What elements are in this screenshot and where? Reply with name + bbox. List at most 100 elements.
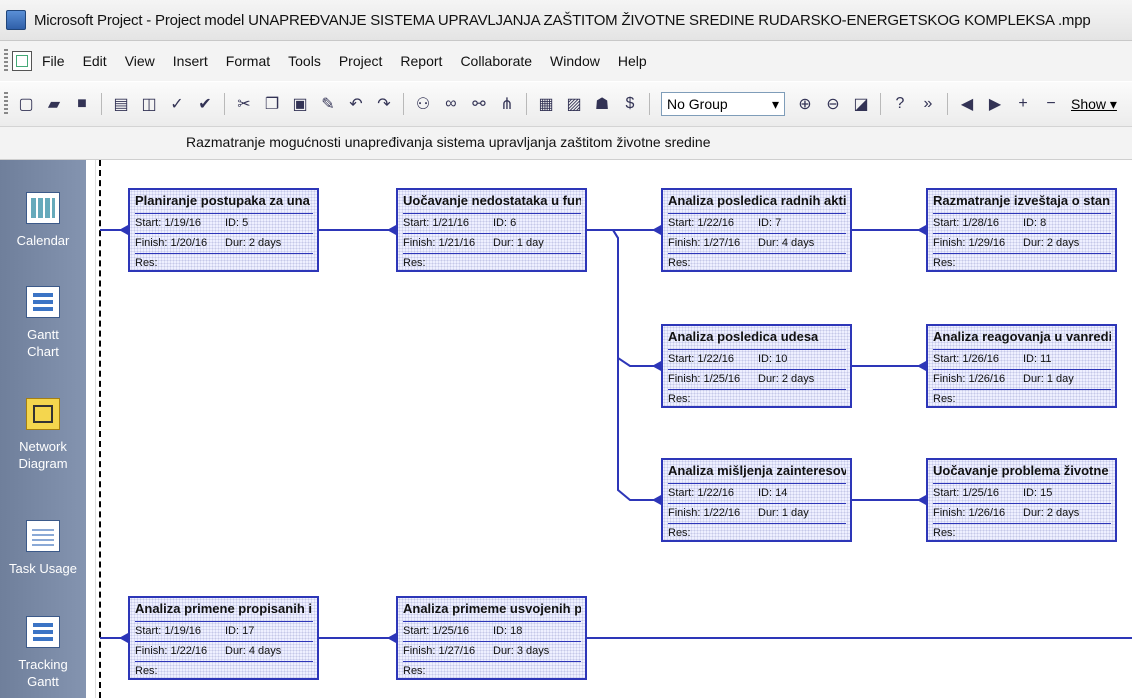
redo-icon[interactable]: ↷ [373,93,395,115]
view-calendar[interactable]: Calendar [0,192,86,249]
new-icon[interactable]: ▢ [15,93,37,115]
view-gantt-chart[interactable]: Gantt Chart [0,286,86,360]
menu-collaborate[interactable]: Collaborate [460,53,532,69]
view-tracking-label: Tracking Gantt [18,657,68,689]
task-node-5[interactable]: Planiranje postupaka za una Start: 1/19/… [128,188,319,272]
insert-hyperlink-icon[interactable]: ⚇ [412,93,434,115]
node-finish-row: Finish: 1/27/16 Dur: 3 days [403,643,581,662]
menu-report[interactable]: Report [400,53,442,69]
task-node-11[interactable]: Analiza reagovanja u vanredi Start: 1/26… [926,324,1117,408]
menu-edit[interactable]: Edit [83,53,107,69]
task-name: Analiza posledica udesa [668,329,846,350]
task-duration: Dur: 2 days [758,373,815,385]
view-task-usage[interactable]: Task Usage [0,520,86,577]
menu-file[interactable]: File [42,53,65,69]
task-node-18[interactable]: Analiza primeme usvojenih p Start: 1/25/… [396,596,587,680]
task-resources: Res: [135,257,158,269]
node-finish-row: Finish: 1/29/16 Dur: 2 days [933,235,1111,254]
publish-icon[interactable]: $ [619,93,641,115]
task-notes-icon[interactable]: ▨ [563,93,585,115]
menu-project[interactable]: Project [339,53,383,69]
node-resource-row: Res: [933,255,1111,273]
task-id: ID: 15 [1023,487,1053,499]
task-node-7[interactable]: Analiza posledica radnih akti Start: 1/2… [661,188,852,272]
menu-tools[interactable]: Tools [288,53,321,69]
task-name: Analiza mišljenja zainteresov [668,463,846,484]
node-dates-row: Start: 1/26/16 ID: 11 [933,351,1111,370]
spelling-icon[interactable]: ✓ [166,93,188,115]
show-subtasks-icon[interactable]: + [1012,93,1034,115]
copy-icon[interactable]: ❐ [261,93,283,115]
link-tasks-icon[interactable]: ∞ [440,93,462,115]
open-icon[interactable]: ▰ [43,93,65,115]
unlink-tasks-icon[interactable]: ⚯ [468,93,490,115]
hide-subtasks-icon[interactable]: − [1040,93,1062,115]
menu-bar: File Edit View Insert Format Tools Proje… [0,41,1132,81]
toolbar-separator [880,93,881,115]
task-resources: Res: [668,527,691,539]
task-node-14[interactable]: Analiza mišljenja zainteresov Start: 1/2… [661,458,852,542]
view-network-diagram[interactable]: Network Diagram [0,398,86,472]
help-icon[interactable]: ? [889,93,911,115]
menu-window[interactable]: Window [550,53,600,69]
task-resources: Res: [668,393,691,405]
task-start: Start: 1/26/16 [933,353,1000,365]
show-outline-button[interactable]: Show ▾ [1071,96,1117,113]
task-node-6[interactable]: Uočavanje nedostataka u fun Start: 1/21/… [396,188,587,272]
indent-icon[interactable]: ▶ [984,93,1006,115]
task-duration: Dur: 1 day [493,237,544,249]
task-duration: Dur: 2 days [225,237,282,249]
menu-format[interactable]: Format [226,53,270,69]
view-bar-divider[interactable] [87,160,96,698]
save-icon[interactable]: ■ [71,93,93,115]
task-node-17[interactable]: Analiza primene propisanih i Start: 1/19… [128,596,319,680]
task-information-icon[interactable]: ▦ [535,93,557,115]
task-id: ID: 10 [758,353,788,365]
print-icon[interactable]: ▤ [110,93,132,115]
task-name: Uočavanje problema životne [933,463,1111,484]
zoom-in-icon[interactable]: ⊕ [794,93,816,115]
outdent-icon[interactable]: ◀ [956,93,978,115]
toolbar-options-icon[interactable]: » [917,93,939,115]
task-start: Start: 1/25/16 [403,625,470,637]
menu-grip-handle[interactable] [4,49,8,73]
node-resource-row: Res: [668,255,846,273]
undo-icon[interactable]: ↶ [345,93,367,115]
entry-field[interactable]: Razmatranje mogućnosti unapređivanja sis… [186,134,711,150]
toolbar-grip-handle[interactable] [4,92,8,116]
task-node-15[interactable]: Uočavanje problema životne Start: 1/25/1… [926,458,1117,542]
task-start: Start: 1/21/16 [403,217,470,229]
menu-view[interactable]: View [125,53,155,69]
node-resource-row: Res: [668,391,846,409]
view-tracking-gantt[interactable]: Tracking Gantt [0,616,86,690]
format-painter-icon[interactable]: ✎ [317,93,339,115]
task-name: Planiranje postupaka za una [135,193,313,214]
task-usage-icon [26,520,60,552]
standard-toolbar: ▢ ▰ ■ ▤ ◫ ✓ ✔ ✂ ❐ ▣ ✎ ↶ ↷ ⚇ ∞ ⚯ ⋔ ▦ ▨ ☗ … [0,82,1132,127]
toolbar-separator [101,93,102,115]
task-node-10[interactable]: Analiza posledica udesa Start: 1/22/16 ID… [661,324,852,408]
task-name: Analiza reagovanja u vanredi [933,329,1111,350]
copy-picture-icon[interactable]: ◪ [850,93,872,115]
group-by-select[interactable]: No Group ▾ [661,92,785,116]
cut-icon[interactable]: ✂ [233,93,255,115]
research-icon[interactable]: ✔ [194,93,216,115]
menu-help[interactable]: Help [618,53,647,69]
split-task-icon[interactable]: ⋔ [496,93,518,115]
menu-insert[interactable]: Insert [173,53,208,69]
toolbar-separator [947,93,948,115]
chevron-down-icon[interactable]: ▾ [772,96,779,113]
assign-resources-icon[interactable]: ☗ [591,93,613,115]
task-resources: Res: [403,665,426,677]
task-name: Analiza posledica radnih akti [668,193,846,214]
task-id: ID: 17 [225,625,255,637]
print-preview-icon[interactable]: ◫ [138,93,160,115]
task-node-8[interactable]: Razmatranje izveštaja o stan Start: 1/28… [926,188,1117,272]
toolbar-separator [526,93,527,115]
paste-icon[interactable]: ▣ [289,93,311,115]
node-dates-row: Start: 1/19/16 ID: 5 [135,215,313,234]
gantt-chart-icon [26,286,60,318]
task-finish: Finish: 1/26/16 [933,507,1006,519]
zoom-out-icon[interactable]: ⊖ [822,93,844,115]
document-icon[interactable] [12,51,32,71]
